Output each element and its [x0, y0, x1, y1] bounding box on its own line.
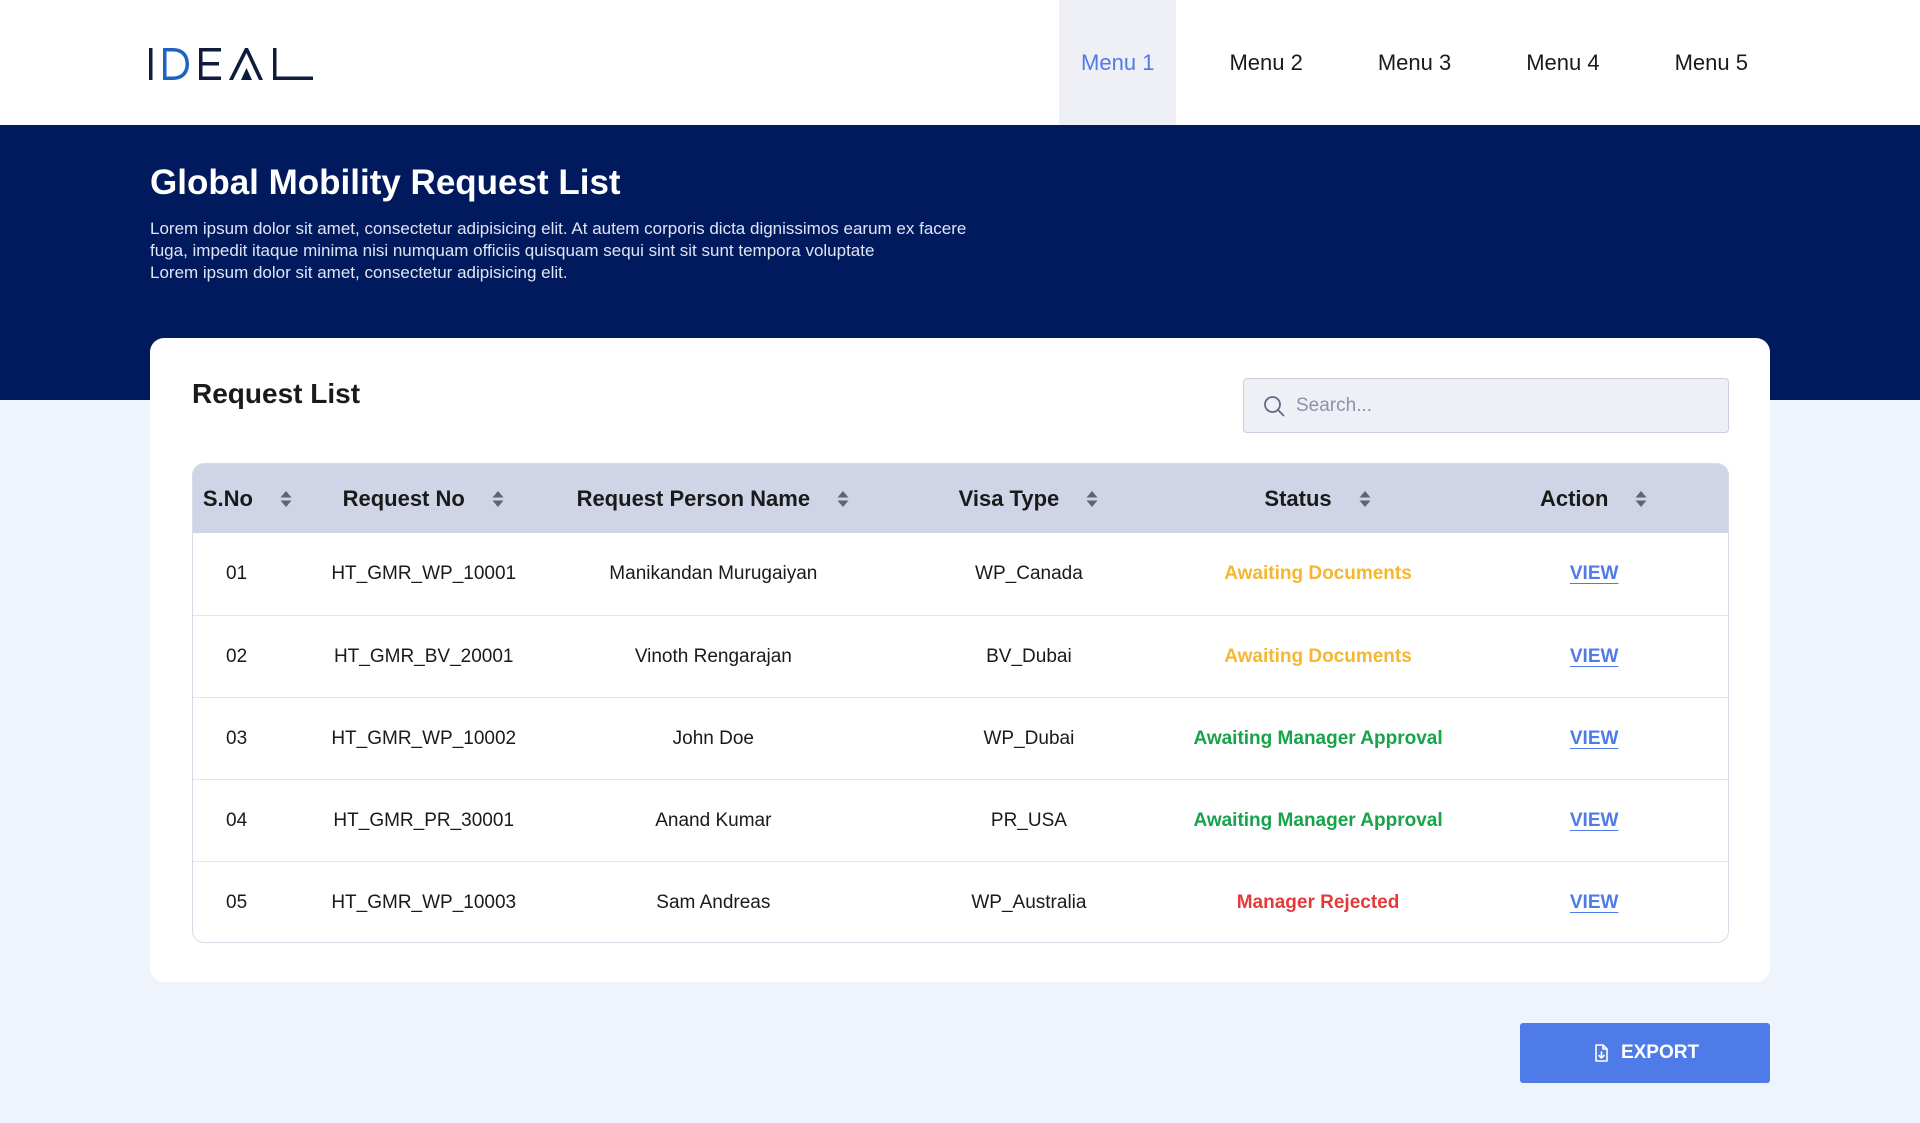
top-navigation-bar: Menu 1 Menu 2 Menu 3 Menu 4 Menu 5 — [0, 0, 1920, 125]
cell-request-no: HT_GMR_BV_20001 — [333, 645, 514, 667]
status-text: Manager Rejected — [1236, 891, 1400, 913]
ideal-logo[interactable] — [149, 44, 313, 84]
view-link[interactable]: VIEW — [1570, 810, 1619, 832]
cell-sno: 02 — [226, 645, 248, 667]
cell-action: VIEW — [1460, 862, 1728, 942]
sort-icon[interactable] — [1085, 489, 1099, 509]
column-label: Request No — [342, 485, 465, 511]
table-header: S.No Request No Request Person Name Visa… — [193, 464, 1728, 533]
cell-status: Awaiting Documents — [1176, 616, 1461, 697]
status-text: Awaiting Documents — [1224, 645, 1412, 667]
cell-request-no: HT_GMR_WP_10001 — [331, 563, 517, 584]
column-header-sno[interactable]: S.No — [193, 464, 303, 533]
description-line-1: Lorem ipsum dolor sit amet, consectetur … — [150, 219, 967, 238]
cell-person-name: Sam Andreas — [656, 891, 771, 913]
cell-status: Awaiting Manager Approval — [1176, 780, 1461, 861]
column-header-status[interactable]: Status — [1176, 464, 1461, 533]
page-description: Lorem ipsum dolor sit amet, consectetur … — [150, 218, 1050, 284]
page-title: Global Mobility Request List — [150, 163, 621, 202]
column-label: Request Person Name — [576, 485, 811, 511]
cell-person-name: Manikandan Murugaiyan — [609, 563, 818, 584]
cell-action: VIEW — [1460, 616, 1728, 697]
cell-person-name: Vinoth Rengarajan — [634, 645, 792, 667]
table-row: 02 HT_GMR_BV_20001 Vinoth Rengarajan BV_… — [193, 615, 1728, 697]
cell-visa-type: WP_Canada — [975, 563, 1083, 584]
status-text: Awaiting Manager Approval — [1193, 727, 1443, 749]
cell-action: VIEW — [1460, 780, 1728, 861]
cell-sno: 01 — [226, 563, 248, 584]
cell-request-no: HT_GMR_PR_30001 — [333, 809, 515, 831]
table-row: 01 HT_GMR_WP_10001 Manikandan Murugaiyan… — [193, 533, 1728, 615]
sort-icon[interactable] — [1634, 489, 1648, 509]
request-list-card: Request List S.No Request No Request Per… — [150, 338, 1770, 982]
search-icon — [1264, 395, 1285, 416]
nav-menu-3[interactable]: Menu 3 — [1356, 0, 1473, 125]
table-body: 01 HT_GMR_WP_10001 Manikandan Murugaiyan… — [193, 533, 1728, 942]
cell-sno: 05 — [226, 891, 248, 913]
nav-menu-2[interactable]: Menu 2 — [1207, 0, 1324, 125]
column-label: Action — [1539, 485, 1609, 511]
column-header-request-no[interactable]: Request No — [303, 464, 545, 533]
cell-status: Manager Rejected — [1176, 862, 1461, 942]
cell-status: Awaiting Manager Approval — [1176, 698, 1461, 779]
search-input[interactable] — [1296, 394, 1716, 417]
cell-action: VIEW — [1460, 698, 1728, 779]
export-button[interactable]: EXPORT — [1520, 1023, 1770, 1083]
sort-icon[interactable] — [836, 489, 850, 509]
status-text: Awaiting Manager Approval — [1193, 809, 1443, 831]
request-table: S.No Request No Request Person Name Visa… — [192, 463, 1729, 943]
nav-menu-4[interactable]: Menu 4 — [1504, 0, 1621, 125]
cell-visa-type: WP_Australia — [971, 891, 1087, 913]
file-export-icon — [1595, 1044, 1608, 1062]
cell-visa-type: PR_USA — [990, 809, 1067, 831]
status-text: Awaiting Documents — [1224, 563, 1412, 584]
cell-status: Awaiting Documents — [1176, 533, 1461, 615]
description-line-2: fuga, impedit itaque minima nisi numquam… — [150, 241, 875, 260]
column-header-action[interactable]: Action — [1460, 464, 1728, 533]
cell-person-name: John Doe — [672, 727, 754, 749]
sort-icon[interactable] — [1358, 489, 1372, 509]
column-label: S.No — [202, 485, 253, 511]
cell-sno: 03 — [226, 727, 248, 749]
table-row: 03 HT_GMR_WP_10002 John Doe WP_Dubai Awa… — [193, 697, 1728, 779]
table-row: 04 HT_GMR_PR_30001 Anand Kumar PR_USA Aw… — [193, 779, 1728, 861]
description-line-3: Lorem ipsum dolor sit amet, consectetur … — [150, 263, 568, 282]
cell-person-name: Anand Kumar — [655, 809, 772, 831]
column-label: Status — [1264, 485, 1332, 511]
cell-request-no: HT_GMR_WP_10002 — [331, 727, 517, 749]
cell-request-no: HT_GMR_WP_10003 — [331, 891, 517, 913]
column-header-visa-type[interactable]: Visa Type — [882, 464, 1176, 533]
cell-visa-type: WP_Dubai — [983, 727, 1075, 749]
table-row: 05 HT_GMR_WP_10003 Sam Andreas WP_Austra… — [193, 861, 1728, 942]
main-nav: Menu 1 Menu 2 Menu 3 Menu 4 Menu 5 — [1059, 0, 1770, 125]
sort-icon[interactable] — [279, 489, 293, 509]
column-header-person-name[interactable]: Request Person Name — [545, 464, 883, 533]
export-button-label: EXPORT — [1620, 1042, 1700, 1063]
view-link[interactable]: VIEW — [1570, 563, 1619, 585]
search-box[interactable] — [1243, 378, 1729, 433]
cell-visa-type: BV_Dubai — [986, 645, 1072, 667]
column-label: Visa Type — [958, 485, 1060, 511]
nav-menu-5[interactable]: Menu 5 — [1653, 0, 1770, 125]
view-link[interactable]: VIEW — [1570, 728, 1619, 750]
cell-sno: 04 — [226, 809, 248, 831]
cell-action: VIEW — [1460, 533, 1728, 615]
ideal-logo-mark — [149, 48, 313, 80]
nav-menu-1[interactable]: Menu 1 — [1059, 0, 1177, 125]
sort-icon[interactable] — [491, 489, 505, 509]
request-list-title: Request List — [192, 378, 361, 409]
view-link[interactable]: VIEW — [1570, 892, 1619, 914]
view-link[interactable]: VIEW — [1570, 646, 1619, 668]
